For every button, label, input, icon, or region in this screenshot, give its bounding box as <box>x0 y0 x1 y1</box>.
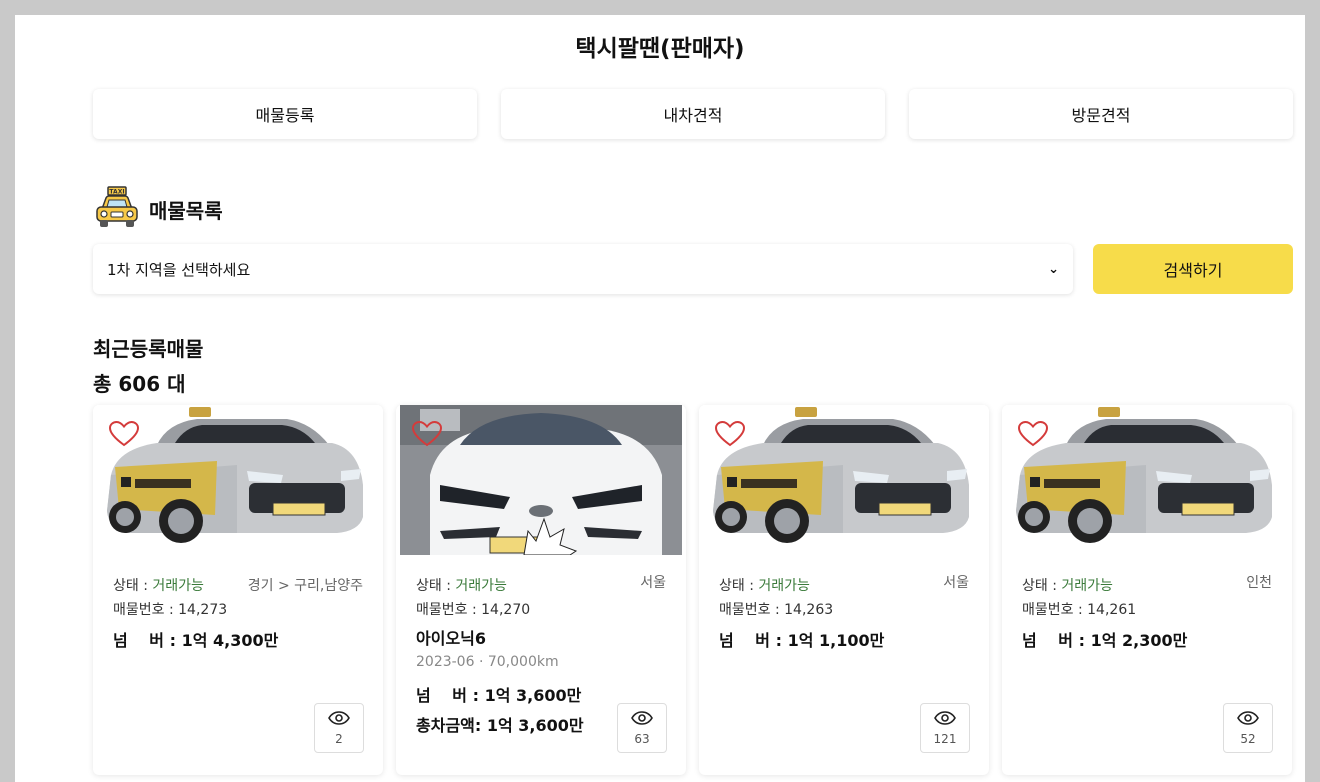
car-model: 아이오닉6 <box>416 629 487 648</box>
plate-price-label: 넘 버 : <box>719 631 788 650</box>
eye-icon <box>328 710 350 732</box>
car-year: 2023-06 <box>416 654 475 670</box>
eye-icon <box>934 710 956 732</box>
tab-visit-quote[interactable]: 방문견적 <box>909 89 1293 139</box>
search-button[interactable]: 검색하기 <box>1093 244 1293 294</box>
plate-price-value: 1억 2,300만 <box>1090 631 1188 650</box>
status-label: 상태 : <box>719 578 759 594</box>
listing-number-value: 14,270 <box>481 602 531 618</box>
listing-section-header: TAXI 매물목록 <box>93 185 223 233</box>
car-image[interactable] <box>97 405 379 555</box>
plate-price: 넘 버 : 1억 4,300만 <box>113 627 278 651</box>
listing-number: 매물번호 : 14,273 <box>113 599 227 619</box>
view-count-box: 63 <box>617 703 667 753</box>
car-image[interactable] <box>1006 405 1288 555</box>
page-title: 택시팔땐(판매자) <box>575 36 745 62</box>
view-count-box: 2 <box>314 703 364 753</box>
plate-price: 넘 버 : 1억 3,600만 <box>416 682 581 706</box>
heart-icon[interactable] <box>411 420 443 447</box>
listing-number-label: 매물번호 : <box>1022 602 1088 618</box>
plate-price-label: 넘 버 : <box>416 686 485 705</box>
view-count-box: 52 <box>1223 703 1273 753</box>
plate-price: 넘 버 : 1억 1,100만 <box>719 627 884 651</box>
listing-number-value: 14,273 <box>178 602 228 618</box>
plate-price-label: 넘 버 : <box>113 631 182 650</box>
tab-register[interactable]: 매물등록 <box>93 89 477 139</box>
region-select[interactable]: 1차 지역을 선택하세요 ⌄ <box>93 244 1073 294</box>
car-mileage: 70,000km <box>487 654 559 670</box>
status-text: 상태 : 거래가능 <box>1022 575 1113 595</box>
view-count: 63 <box>634 731 650 746</box>
svg-text:TAXI: TAXI <box>109 189 124 196</box>
listing-card[interactable]: 상태 : 거래가능 서울 매물번호 : 14,263 넘 버 : 1억 1,100만 1… <box>699 405 989 775</box>
plate-price-value: 1억 3,600만 <box>484 686 582 705</box>
eye-icon <box>1237 710 1259 732</box>
heart-icon[interactable] <box>714 420 746 447</box>
eye-icon <box>631 710 653 732</box>
region-text: 서울 <box>640 575 666 591</box>
listing-number: 매물번호 : 14,270 <box>416 599 530 619</box>
listing-number-label: 매물번호 : <box>113 602 179 618</box>
view-count-box: 121 <box>920 703 970 753</box>
status-label: 상태 : <box>1022 578 1062 594</box>
status-badge: 거래가능 <box>455 578 507 594</box>
status-badge: 거래가능 <box>1061 578 1113 594</box>
plate-price-label: 넘 버 : <box>1022 631 1091 650</box>
status-badge: 거래가능 <box>152 578 204 594</box>
status-label: 상태 : <box>113 578 153 594</box>
page: 택시팔땐(판매자) 매물등록 내차견적 방문견적 TAXI 매물목록 1차 지역… <box>15 15 1305 782</box>
listing-number-label: 매물번호 : <box>719 602 785 618</box>
status-text: 상태 : 거래가능 <box>416 575 507 595</box>
region-text: 인천 <box>1246 575 1272 591</box>
taxi-icon: TAXI <box>96 186 138 227</box>
plate-price-value: 1억 1,100만 <box>787 631 885 650</box>
car-meta: 2023-06 · 70,000km <box>416 654 559 670</box>
listing-number-value: 14,261 <box>1087 602 1137 618</box>
listing-card[interactable]: 상태 : 거래가능 서울매물번호 : 14,270 아이오닉6 2023-06 · 7… <box>396 405 686 775</box>
total-count: 총 606 대 <box>93 372 186 396</box>
total-price-value: 1억 3,600만 <box>486 716 584 735</box>
region-text: 서울 <box>943 575 969 591</box>
listing-number-label: 매물번호 : <box>416 602 482 618</box>
listing-card[interactable]: 상태 : 거래가능 경기 > 구리,남양주매물번호 : 14,273 넘 버 : 1… <box>93 405 383 775</box>
view-count: 52 <box>1240 731 1256 746</box>
status-label: 상태 : <box>416 578 456 594</box>
listing-number: 매물번호 : 14,263 <box>719 599 833 619</box>
status-text: 상태 : 거래가능 <box>719 575 810 595</box>
status-badge: 거래가능 <box>758 578 810 594</box>
status-text: 상태 : 거래가능 <box>113 575 204 595</box>
total-price: 총차금액: 1억 3,600만 <box>416 712 584 736</box>
total-price-label: 총차금액: <box>416 716 487 735</box>
region-text: 경기 > 구리,남양주 <box>247 578 363 594</box>
listing-number: 매물번호 : 14,261 <box>1022 599 1136 619</box>
listing-section-title: 매물목록 <box>149 198 223 223</box>
view-count: 2 <box>335 731 343 746</box>
listing-number-value: 14,263 <box>784 602 834 618</box>
recent-listings-title: 최근등록매물 <box>93 337 204 361</box>
tab-my-car-quote[interactable]: 내차견적 <box>501 89 885 139</box>
view-count: 121 <box>933 731 957 746</box>
car-image[interactable] <box>400 405 682 555</box>
heart-icon[interactable] <box>108 420 140 447</box>
listing-card[interactable]: 상태 : 거래가능 인천매물번호 : 14,261 넘 버 : 1억 2,300만 5… <box>1002 405 1292 775</box>
region-select-value: 1차 지역을 선택하세요 <box>107 260 251 279</box>
plate-price-value: 1억 4,300만 <box>181 631 279 650</box>
car-image[interactable] <box>703 405 985 555</box>
heart-icon[interactable] <box>1017 420 1049 447</box>
chevron-down-icon: ⌄ <box>1048 261 1059 277</box>
plate-price: 넘 버 : 1억 2,300만 <box>1022 627 1187 651</box>
